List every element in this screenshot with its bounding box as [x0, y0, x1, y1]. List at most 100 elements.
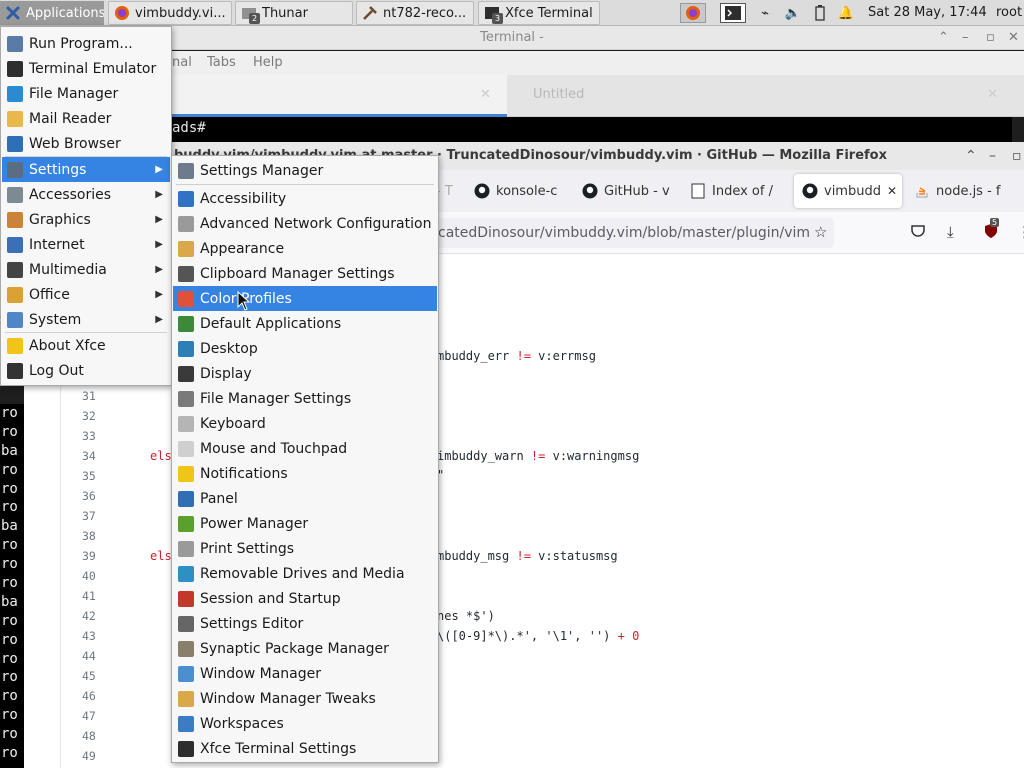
menu-item-xfce-terminal-settings[interactable]: Xfce Terminal Settings — [173, 736, 437, 761]
network-icon[interactable]: ⌁ — [755, 3, 775, 23]
minimize-icon[interactable]: – — [962, 26, 969, 50]
menu-item-multimedia[interactable]: Multimedia ▶ — [2, 257, 170, 282]
clock[interactable]: Sat 28 May, 17:44 — [868, 0, 987, 26]
menu-item-system[interactable]: System ▶ — [2, 307, 170, 332]
taskbar-nt782[interactable]: nt782-reco... — [356, 1, 474, 25]
menu-item-desktop[interactable]: Desktop — [173, 336, 437, 361]
menu-item-mail-reader[interactable]: Mail Reader — [2, 106, 170, 131]
minimize-up-icon[interactable]: ⌃ — [938, 26, 949, 50]
menu-item-removable-drives-and-media[interactable]: Removable Drives and Media — [173, 561, 437, 586]
terminal-prompt: ads# — [172, 120, 206, 136]
submenu-arrow-icon: ▶ — [155, 189, 163, 200]
terminal-output-line: ro — [1, 631, 18, 648]
menu-item-about-xfce[interactable]: About Xfce — [2, 333, 170, 358]
launcher-terminal[interactable] — [720, 3, 746, 23]
taskbar-thunar[interactable]: 2 Thunar — [235, 1, 353, 25]
menu-help[interactable]: Help — [253, 55, 283, 70]
menu-item-panel[interactable]: Panel — [173, 486, 437, 511]
menu-item-mouse-and-touchpad[interactable]: Mouse and Touchpad — [173, 436, 437, 461]
menu-item-run-program[interactable]: Run Program... — [2, 31, 170, 56]
close-icon[interactable]: ✕ — [1008, 26, 1019, 50]
menu-item-accessories[interactable]: Accessories ▶ — [2, 182, 170, 207]
overflow-menu-icon[interactable]: ⋮ — [1017, 223, 1024, 241]
menu-item-print-settings[interactable]: Print Settings — [173, 536, 437, 561]
menu-item-label: Power Manager — [200, 515, 309, 532]
menu-item-session-and-startup[interactable]: Session and Startup — [173, 586, 437, 611]
menu-item-label: Xfce Terminal Settings — [200, 740, 357, 757]
browser-tab-4[interactable]: Index of / — [690, 174, 788, 208]
menu-item-accessibility[interactable]: Accessibility — [173, 186, 437, 211]
bookmark-star-icon[interactable]: ☆ — [814, 223, 827, 241]
browser-tab-2[interactable]: konsole-c — [474, 174, 574, 208]
menu-item-default-applications[interactable]: Default Applications — [173, 311, 437, 336]
taskbar-xfce-terminal[interactable]: 3 Xfce Terminal — [478, 1, 600, 25]
system-icon — [7, 311, 23, 328]
code-line-43: \([0-9]*\).*', '\1', '') + 0 — [437, 629, 640, 643]
menu-item-appearance[interactable]: Appearance — [173, 236, 437, 261]
terminal-tab-2[interactable]: Untitled ✕ — [507, 75, 1024, 117]
menu-item-internet[interactable]: Internet ▶ — [2, 232, 170, 257]
graphics-icon — [7, 211, 23, 228]
terminal-output-column: ro ro ba ro ro ro ba ro ro ro ba ro ro ro ro ro ro ro ro — [0, 404, 24, 768]
menu-item-display[interactable]: Display — [173, 361, 437, 386]
battery-icon[interactable] — [810, 3, 830, 23]
menu-item-window-manager-tweaks[interactable]: Window Manager Tweaks — [173, 686, 437, 711]
menu-item-office[interactable]: Office ▶ — [2, 282, 170, 307]
menu-item-advanced-network-configuration[interactable]: Advanced Network Configuration — [173, 211, 437, 236]
menu-tabs[interactable]: Tabs — [207, 55, 236, 70]
menu-item-label: Default Applications — [200, 315, 342, 332]
applications-label: Applications — [26, 5, 104, 21]
menu-item-settings-editor[interactable]: Settings Editor — [173, 611, 437, 636]
terminal-prompt-area[interactable]: ads# — [172, 117, 1012, 142]
menu-item-keyboard[interactable]: Keyboard — [173, 411, 437, 436]
menu-item-clipboard-manager-settings[interactable]: Clipboard Manager Settings — [173, 261, 437, 286]
menu-item-log-out[interactable]: Log Out — [2, 358, 170, 383]
close-tab-icon[interactable]: ✕ — [887, 184, 897, 198]
browser-tab-6[interactable]: node.js - f — [910, 174, 1010, 208]
close-tab-icon[interactable]: ✕ — [987, 75, 998, 115]
browser-tab-active[interactable]: vimbudd ✕ — [794, 174, 902, 208]
menu-item-window-manager[interactable]: Window Manager — [173, 661, 437, 686]
menu-item-synaptic-package-manager[interactable]: Synaptic Package Manager — [173, 636, 437, 661]
ublock-icon[interactable]: 5 — [983, 218, 1000, 243]
menu-item-color-profiles[interactable]: Color Profiles — [173, 286, 437, 311]
menu-item-settings[interactable]: Settings ▶ — [2, 157, 170, 182]
menu-item-label: Window Manager Tweaks — [200, 690, 376, 707]
about-xfce-icon — [7, 337, 23, 354]
minimize-icon[interactable]: – — [989, 142, 996, 170]
applications-menu-button[interactable]: Applications — [0, 1, 104, 25]
terminal-tab-1[interactable]: ✕ — [172, 75, 507, 117]
maximize-icon[interactable]: ▫ — [986, 26, 995, 50]
menu-item-power-manager[interactable]: Power Manager — [173, 511, 437, 536]
pocket-icon[interactable] — [910, 223, 926, 243]
notifications-icon — [178, 465, 194, 482]
line-number: 36 — [82, 489, 96, 503]
maximize-icon[interactable]: ▫ — [1012, 142, 1022, 170]
menu-item-label: Office — [29, 286, 70, 303]
submenu-arrow-icon: ▶ — [155, 314, 163, 325]
launcher-firefox[interactable] — [680, 3, 706, 23]
volume-icon[interactable]: 🔈 — [783, 3, 803, 23]
menu-item-workspaces[interactable]: Workspaces — [173, 711, 437, 736]
browser-tab-3[interactable]: GitHub - v — [582, 174, 682, 208]
notifications-bell-icon[interactable]: 🔔 — [836, 3, 856, 23]
menu-terminal[interactable]: nal — [172, 55, 192, 70]
line-number: 35 — [82, 469, 96, 483]
menu-item-web-browser[interactable]: Web Browser — [2, 131, 170, 156]
minimize-up-icon[interactable]: ⌃ — [965, 142, 977, 170]
menu-item-file-manager-settings[interactable]: File Manager Settings — [173, 386, 437, 411]
close-tab-icon[interactable]: ✕ — [480, 75, 491, 115]
folder-icon: 2 — [241, 5, 260, 24]
menu-item-notifications[interactable]: Notifications — [173, 461, 437, 486]
menu-item-label: Graphics — [29, 211, 91, 228]
menu-item-file-manager[interactable]: File Manager — [2, 81, 170, 106]
user-name[interactable]: root — [996, 0, 1022, 26]
settings-manager-icon — [178, 162, 194, 179]
taskbar-firefox[interactable]: vimbuddy.vi... — [108, 1, 232, 25]
menu-item-settings-manager[interactable]: Settings Manager — [173, 158, 437, 183]
browser-tab-1[interactable]: - T — [436, 174, 466, 208]
menu-item-label: Web Browser — [29, 135, 121, 152]
menu-item-terminal-emulator[interactable]: Terminal Emulator — [2, 56, 170, 81]
menu-item-graphics[interactable]: Graphics ▶ — [2, 207, 170, 232]
downloads-icon[interactable]: ⤓ — [947, 223, 954, 241]
